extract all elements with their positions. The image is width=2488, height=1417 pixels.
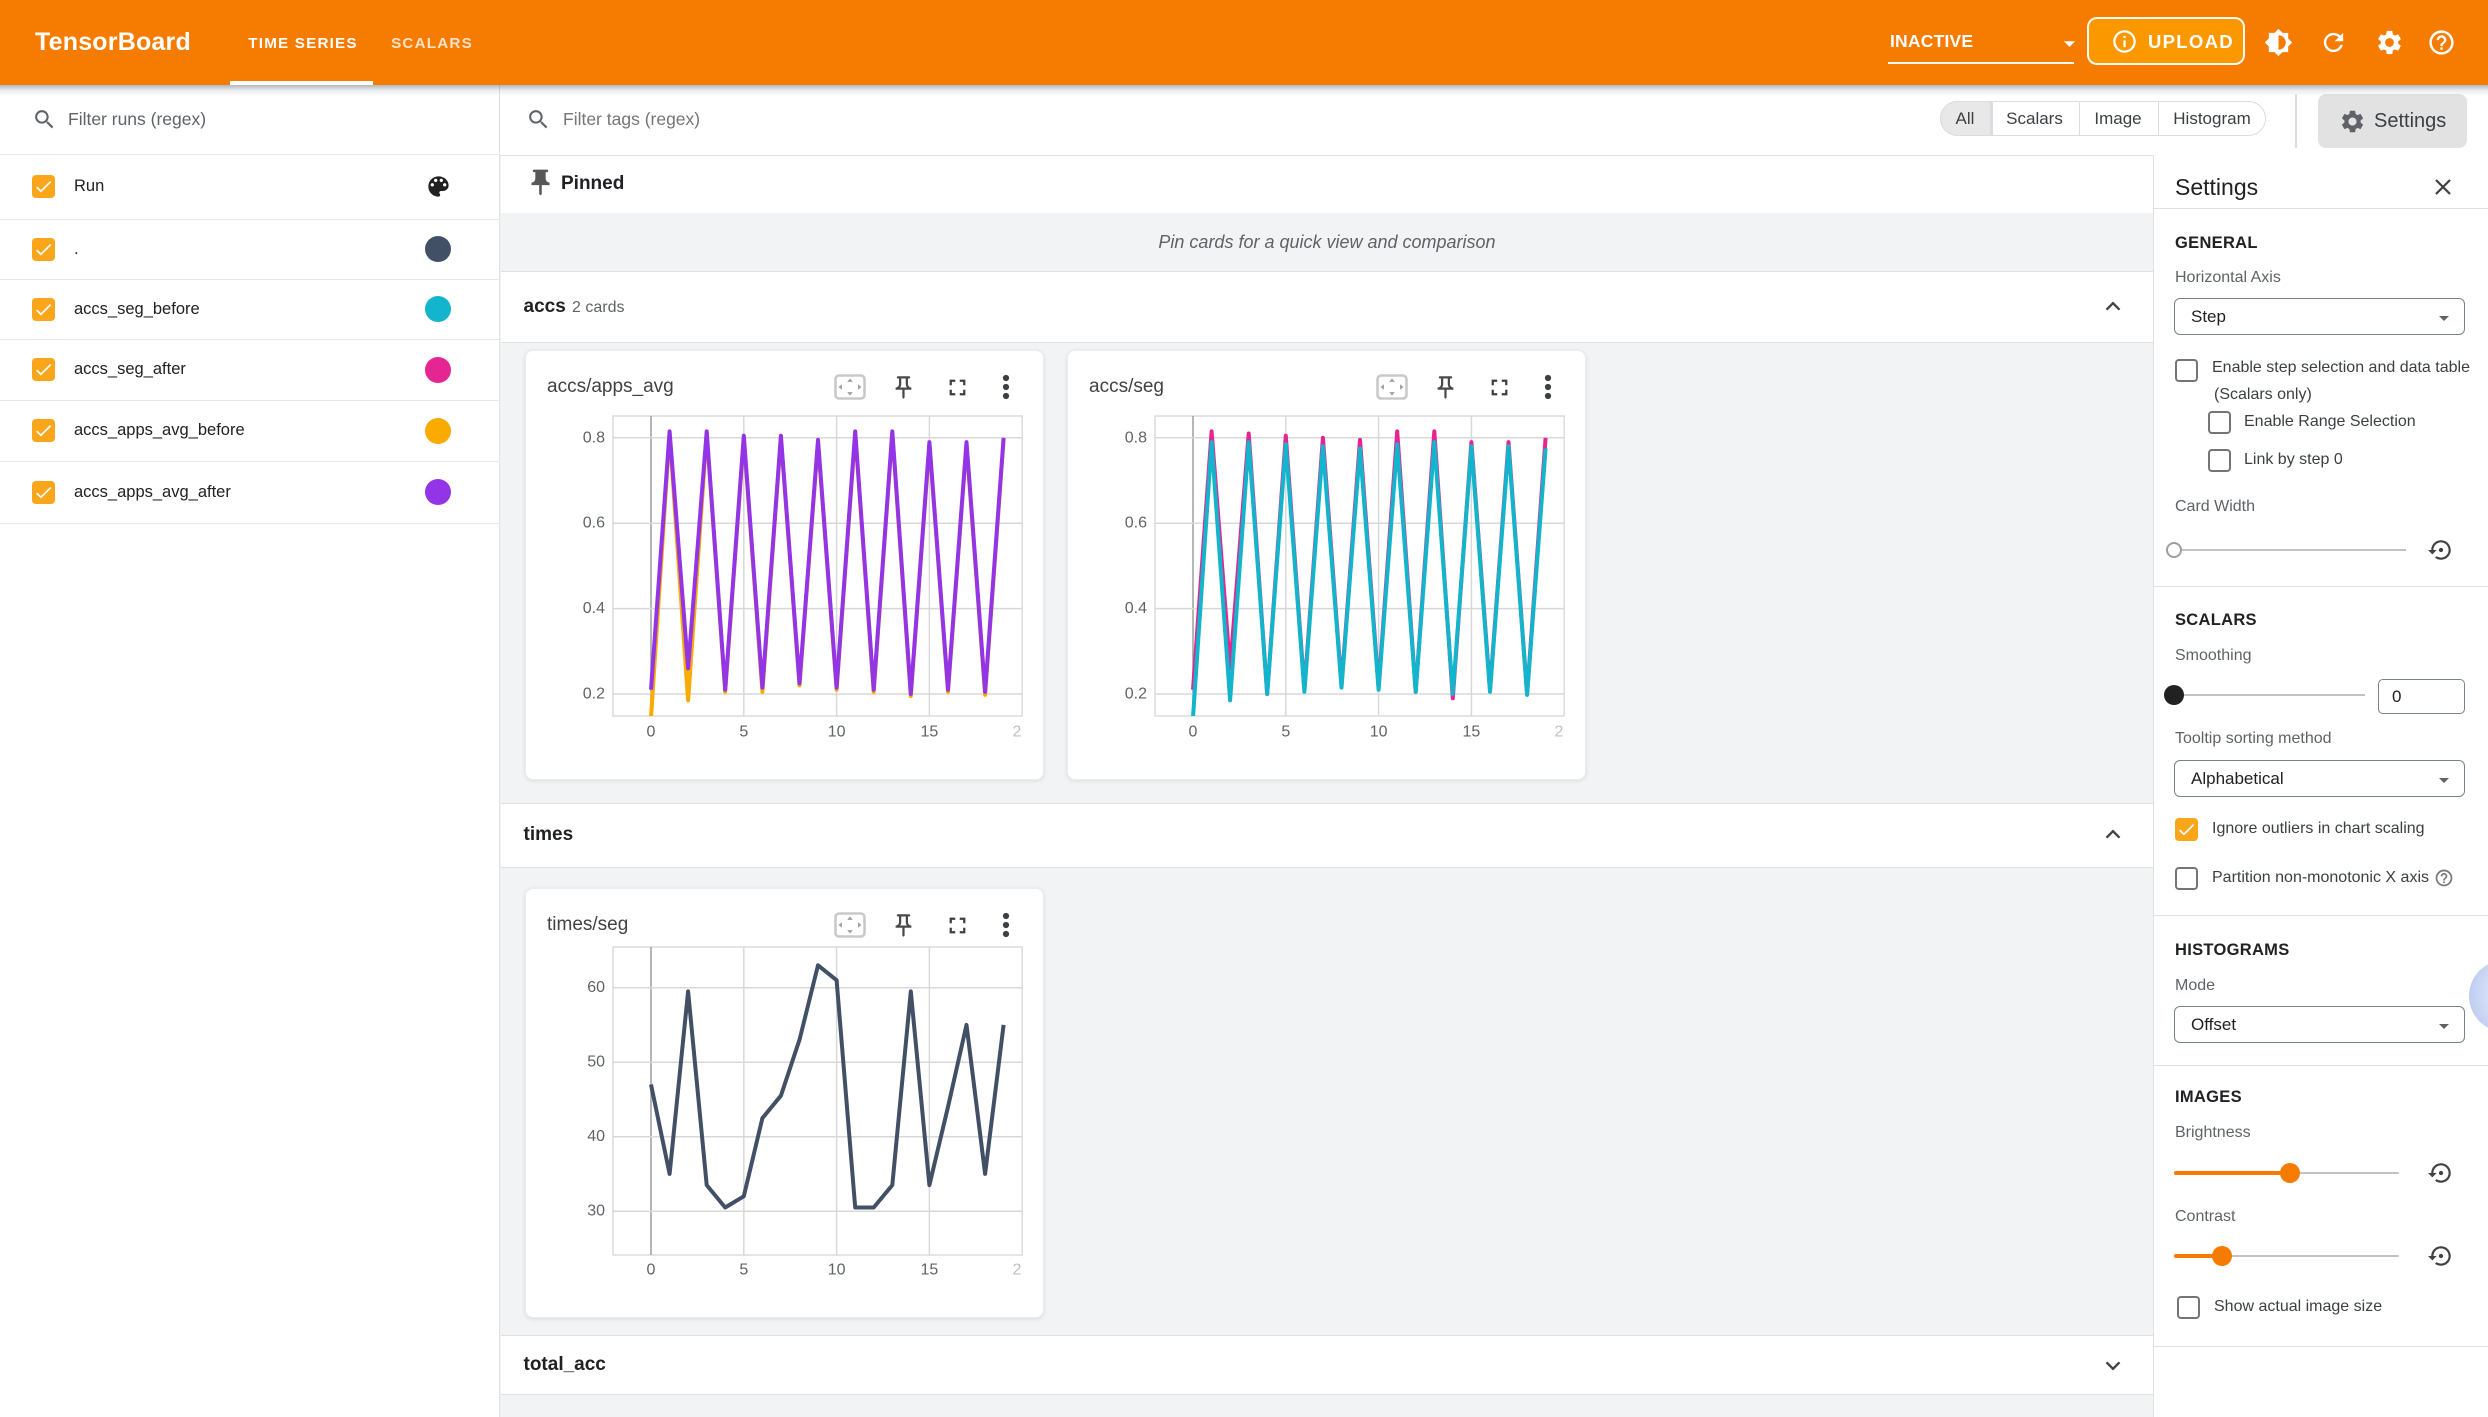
- svg-text:0: 0: [647, 724, 656, 741]
- svg-text:0.8: 0.8: [583, 429, 605, 446]
- svg-text:15: 15: [1463, 724, 1481, 741]
- svg-text:50: 50: [587, 1054, 605, 1071]
- svg-text:0: 0: [1189, 724, 1198, 741]
- svg-text:0.4: 0.4: [583, 600, 605, 617]
- svg-text:60: 60: [587, 979, 605, 996]
- svg-text:10: 10: [1370, 724, 1388, 741]
- svg-text:15: 15: [921, 724, 939, 741]
- svg-text:0.4: 0.4: [1125, 600, 1147, 617]
- svg-text:2: 2: [1013, 1262, 1022, 1279]
- svg-text:2: 2: [1555, 724, 1564, 741]
- svg-text:0.2: 0.2: [583, 686, 605, 703]
- svg-text:0: 0: [647, 1262, 656, 1279]
- svg-text:5: 5: [739, 1262, 748, 1279]
- svg-text:40: 40: [587, 1128, 605, 1145]
- svg-text:5: 5: [739, 724, 748, 741]
- svg-text:2: 2: [1013, 724, 1022, 741]
- svg-text:0.6: 0.6: [1125, 515, 1147, 532]
- svg-text:30: 30: [587, 1203, 605, 1220]
- svg-text:0.8: 0.8: [1125, 429, 1147, 446]
- svg-text:0.6: 0.6: [583, 515, 605, 532]
- svg-text:5: 5: [1281, 724, 1290, 741]
- svg-text:10: 10: [828, 724, 846, 741]
- svg-text:15: 15: [921, 1262, 939, 1279]
- svg-text:10: 10: [828, 1262, 846, 1279]
- svg-text:0.2: 0.2: [1125, 686, 1147, 703]
